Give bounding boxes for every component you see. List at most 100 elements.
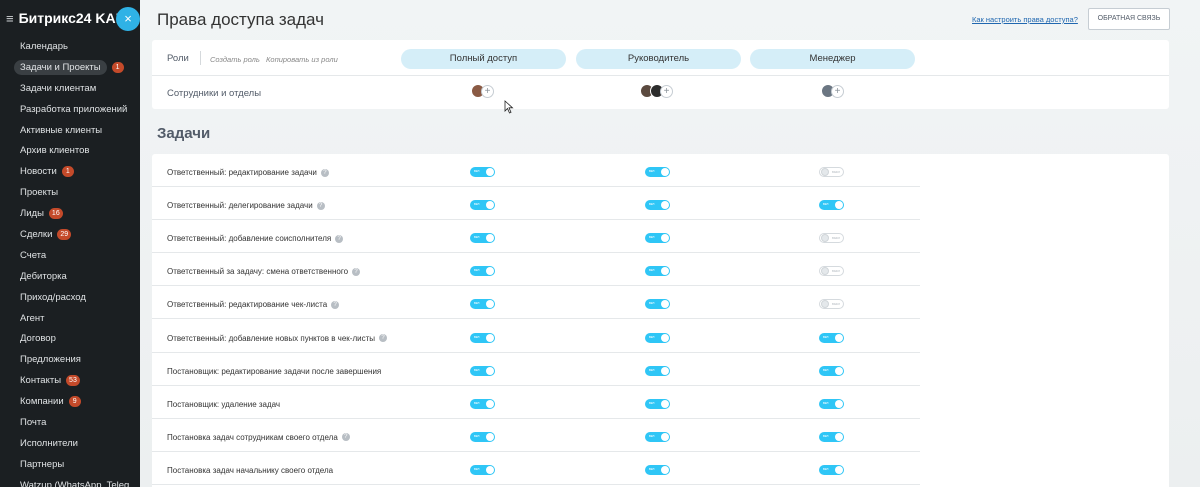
toggle-state-text: вкл [649,367,655,372]
permission-toggle[interactable]: вкл [470,299,495,310]
permission-toggle[interactable]: вкл [819,200,844,211]
sidebar-item-label: Задачи клиентам [20,82,97,94]
full-access-members: + [471,83,494,99]
permission-toggle[interactable]: выкл [819,299,844,310]
sidebar-item[interactable]: Разработка приложений [0,99,140,120]
help-icon[interactable]: ? [341,433,350,442]
permission-toggle[interactable]: вкл [470,365,495,376]
permission-label: Ответственный: добавление соисполнителя? [167,234,344,243]
permission-label-text: Ответственный: редактирование задачи [167,168,317,177]
sidebar-item[interactable]: Проекты [0,182,140,203]
permission-row: Ответственный: редактирование чек-листа?… [152,286,920,320]
toggle-knob [486,300,494,309]
sidebar-item[interactable]: Компании 9 [0,391,140,412]
feedback-button[interactable]: ОБРАТНАЯ СВЯЗЬ [1088,8,1170,30]
sidebar-item-label: Контакты [20,375,62,387]
toggle-state-text: вкл [649,268,655,273]
page-title: Права доступа задач [157,10,324,29]
sidebar-item[interactable]: Исполнители [0,433,140,454]
help-link[interactable]: Как настроить права доступа? [972,15,1078,24]
sidebar-item[interactable]: Задачи и Проекты 1 [0,57,140,78]
sidebar-item[interactable]: Watzup (WhatsApp, Teleg [0,475,140,487]
help-icon[interactable]: ? [335,234,344,243]
add-member-button[interactable]: + [831,84,844,98]
sidebar-item[interactable]: Партнеры [0,454,140,475]
permission-toggle[interactable]: вкл [819,398,844,409]
sidebar-item[interactable]: Приход/расход [0,287,140,308]
help-icon[interactable]: ? [379,334,388,342]
help-icon[interactable]: ? [331,300,340,309]
sidebar-item[interactable]: Счета [0,245,140,266]
permission-row: Ответственный: добавление соисполнителя?… [152,220,920,254]
permission-label-text: Постановка задач начальнику своего отдел… [167,465,334,475]
permission-toggle[interactable]: вкл [645,233,670,244]
sidebar-item[interactable]: Лиды 16 [0,203,140,224]
permission-toggle[interactable]: вкл [645,266,670,277]
copy-role-link[interactable]: Копировать из роли [266,55,338,64]
permission-toggle[interactable]: вкл [645,365,670,376]
permission-toggle[interactable]: вкл [470,464,495,475]
permission-toggle[interactable]: вкл [645,200,670,211]
role-manager-head[interactable]: Руководитель [576,49,741,69]
permission-toggle[interactable]: вкл [470,431,495,442]
sidebar-item-label: Новости [20,166,57,178]
sidebar-item[interactable]: Предложения [0,349,140,370]
toggle-knob [486,267,494,276]
help-icon[interactable]: ? [316,201,325,210]
role-full-access[interactable]: Полный доступ [401,49,566,69]
toggle-state-text: вкл [474,400,480,405]
permission-toggle[interactable]: вкл [819,332,844,343]
permission-toggle[interactable]: выкл [819,167,844,177]
toggle-state-text: выкл [832,269,840,274]
toggle-state-text: вкл [649,235,655,240]
menu-icon[interactable]: ≡ [6,11,14,26]
permission-row: Ответственный: редактирование задачи? вкл… [152,154,920,187]
permission-toggle[interactable]: вкл [470,266,495,277]
permission-toggle[interactable]: вкл [645,431,670,442]
main-content: Права доступа задач Как настроить права … [140,0,1200,487]
permission-toggle[interactable]: вкл [645,332,670,343]
permission-row: Постановщик: редактирование задачи после… [152,353,920,386]
permission-toggle[interactable]: выкл [819,233,844,244]
toggle-knob [835,465,843,474]
sidebar-item[interactable]: Активные клиенты [0,120,140,141]
sidebar-item[interactable]: Архив клиентов [0,140,140,161]
add-member-button[interactable]: + [660,84,673,98]
role-manager[interactable]: Менеджер [750,49,915,69]
permission-label-text: Ответственный: делегирование задачи [167,201,313,211]
sidebar-item[interactable]: Новости 1 [0,161,140,182]
sidebar-item[interactable]: Договор [0,328,140,349]
permission-toggle[interactable]: вкл [470,200,495,211]
sidebar-item[interactable]: Дебиторка [0,266,140,287]
help-icon[interactable]: ? [320,168,329,177]
sidebar-item[interactable]: Задачи клиентам [0,78,140,99]
permission-toggle[interactable]: вкл [645,398,670,409]
sidebar-item-label: Договор [20,333,56,345]
permission-toggle[interactable]: вкл [645,464,670,475]
toggle-state-text: выкл [832,236,840,241]
brand[interactable]: ≡ Битрикс24 KAL [6,10,124,26]
permission-toggle[interactable]: вкл [645,299,670,310]
permission-toggle[interactable]: вкл [819,431,844,442]
sidebar-item[interactable]: Сделки 29 [0,224,140,245]
permission-toggle[interactable]: вкл [470,398,495,409]
permission-toggle[interactable]: вкл [470,233,495,244]
sidebar-item[interactable]: Почта [0,412,140,433]
permission-toggle[interactable]: вкл [819,464,844,475]
create-role-link[interactable]: Создать роль [210,55,260,64]
sidebar-item[interactable]: Агент [0,308,140,329]
permission-toggle[interactable]: вкл [819,365,844,376]
close-menu-button[interactable]: × [116,7,140,31]
sidebar-item-label: Сделки [20,228,53,240]
help-icon[interactable]: ? [352,267,361,276]
toggle-state-text: вкл [474,466,480,471]
permission-toggle[interactable]: вкл [470,167,495,177]
toggle-knob [661,333,669,342]
counter-badge: 16 [48,208,63,220]
permission-toggle[interactable]: вкл [470,332,495,343]
sidebar-item[interactable]: Календарь [0,36,140,57]
permission-toggle[interactable]: вкл [645,167,670,177]
add-member-button[interactable]: + [481,84,494,98]
sidebar-item[interactable]: Контакты 53 [0,370,140,391]
permission-toggle[interactable]: выкл [819,266,844,277]
